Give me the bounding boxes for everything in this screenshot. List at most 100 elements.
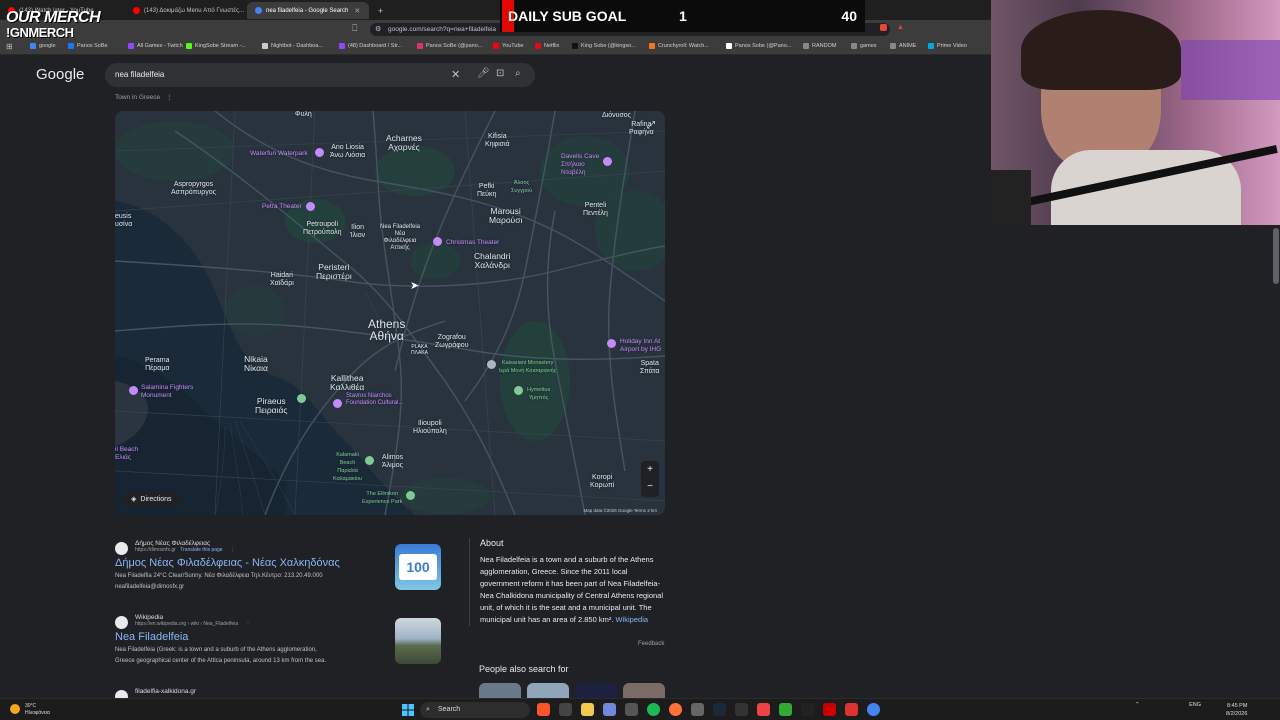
app-icon[interactable] xyxy=(823,703,836,716)
steam-icon[interactable] xyxy=(713,703,726,716)
discord-icon[interactable] xyxy=(603,703,616,716)
more-options-icon[interactable]: ⋮ xyxy=(246,621,251,627)
map-label: Acharnes Αχαρνές xyxy=(386,133,422,152)
poi-pin[interactable] xyxy=(433,237,442,246)
extension-icon[interactable]: ▲ xyxy=(897,24,904,31)
poi-pin[interactable] xyxy=(129,386,138,395)
bookmark-google[interactable]: google xyxy=(30,43,56,49)
result-site-name: Wikipedia xyxy=(135,614,164,621)
map-label-nea-filadelfeia: Nea Filadelfeia Νέα Φιλαδέλφεια Αττικής xyxy=(380,224,421,251)
result-thumbnail[interactable] xyxy=(395,618,441,664)
taskbar-search[interactable]: ⌕ Search xyxy=(420,702,530,718)
bookmark-dashboard[interactable]: (48) Dashboard / Str... xyxy=(339,43,402,49)
brave-icon[interactable] xyxy=(537,703,550,716)
map-label: Zografou Ζωγράφου xyxy=(435,334,469,349)
result-title-link[interactable]: Nea Filadelfeia xyxy=(115,631,385,643)
app-icon[interactable] xyxy=(757,703,770,716)
clear-icon[interactable]: ✕ xyxy=(451,68,460,81)
microphone-icon[interactable]: 🎤︎ xyxy=(477,68,490,79)
map-label: Piraeus Πειραιάς xyxy=(255,396,288,415)
search-box[interactable]: nea filadelfeia ✕ 🎤︎ ⊡ ⌕ xyxy=(105,63,535,87)
bookmark-youtube[interactable]: YouTube xyxy=(493,43,524,49)
obs-icon[interactable] xyxy=(625,703,638,716)
file-explorer-icon[interactable] xyxy=(581,703,594,716)
poi-pin[interactable] xyxy=(406,491,415,500)
app-icon[interactable] xyxy=(735,703,748,716)
map-label: Holiday Inn At Airport by IHG xyxy=(620,338,662,353)
bookmark-icon[interactable]: ⎕ xyxy=(352,23,357,34)
windows-taskbar: 30°C Ηλιοφάνεια ⌕ Search ⌃ ENG 8:45 PM 8/… xyxy=(0,698,1280,720)
new-tab-button[interactable]: + xyxy=(370,2,386,19)
poi-pin[interactable] xyxy=(607,339,616,348)
zoom-out-button[interactable]: − xyxy=(641,478,659,495)
app-icon[interactable] xyxy=(845,703,858,716)
bookmark-panos-sobe[interactable]: Panos SoBe xyxy=(68,43,108,49)
map-label: Aspropyrgos Ασπρόπυργος xyxy=(171,181,217,196)
bookmark-netflix[interactable]: Netflix xyxy=(535,43,559,49)
bookmark-prime-video[interactable]: Prime Video xyxy=(928,43,967,49)
map-label: Marousi Μαρούσι xyxy=(489,206,523,225)
bookmark-instagram[interactable]: Panos SoBe (@pano... xyxy=(417,43,482,49)
more-options-icon[interactable]: ⋮ xyxy=(230,547,235,553)
chevron-up-icon[interactable]: ⌃ xyxy=(1135,702,1140,708)
bookmark-folder-anime[interactable]: ANIME xyxy=(890,43,916,49)
bookmark-nightbot[interactable]: Nightbot - Dashboa... xyxy=(262,43,323,49)
wikipedia-link[interactable]: Wikipedia xyxy=(616,615,649,624)
bookmark-twitch-games[interactable]: All Games - Twitch xyxy=(128,43,183,49)
result-url[interactable]: https://dimosnfx.gr xyxy=(135,547,176,553)
map-panel[interactable]: Φυλή Acharnes Αχαρνές Kifisia Κηφισιά Δι… xyxy=(115,111,665,515)
search-icon[interactable]: ⌕ xyxy=(515,68,521,79)
page-scrollbar[interactable] xyxy=(1273,228,1279,284)
map-label: Διόνυσος xyxy=(602,112,632,119)
poi-pin[interactable] xyxy=(306,202,315,211)
apps-icon[interactable]: ⊞ xyxy=(6,42,13,51)
translate-link[interactable]: Translate this page xyxy=(180,547,222,553)
poi-pin[interactable] xyxy=(365,456,374,465)
result-title-link[interactable]: Δήμος Νέας Φιλαδέλφειας - Νέας Χαλκηδόνα… xyxy=(115,557,375,569)
app-icon[interactable] xyxy=(691,703,704,716)
zoom-in-button[interactable]: + xyxy=(641,461,659,478)
poi-pin[interactable] xyxy=(297,394,306,403)
firefox-icon[interactable] xyxy=(669,703,682,716)
more-options-icon[interactable]: ⋮ xyxy=(166,94,173,101)
bookmark-x[interactable]: Panos Sobe (@Pano... xyxy=(726,43,791,49)
google-logo[interactable]: Google xyxy=(36,66,84,83)
poi-pin[interactable] xyxy=(487,360,496,369)
expand-map-icon[interactable]: ⤢ xyxy=(647,120,655,131)
language-indicator[interactable]: ENG xyxy=(1189,702,1201,708)
search-input[interactable]: nea filadelfeia xyxy=(115,70,164,79)
bookmark-tiktok[interactable]: King Sobe (@kingso... xyxy=(572,43,636,49)
bookmark-crunchyroll[interactable]: Crunchyroll: Watch... xyxy=(649,43,709,49)
spotify-icon[interactable] xyxy=(647,703,660,716)
map-label: Petroupoli Πετρούπολη xyxy=(303,221,342,236)
directions-button[interactable]: ◈ Directions xyxy=(123,491,180,507)
close-tab-icon[interactable]: ✕ xyxy=(354,7,360,15)
feedback-link[interactable]: Feedback xyxy=(638,641,664,647)
site-info-icon[interactable]: ⚙ xyxy=(375,23,381,36)
tab-google-search[interactable]: nea filadelfeia - Google Search ✕ xyxy=(247,2,369,19)
bookmark-kingsobe-stream[interactable]: KingSobe Stream -... xyxy=(186,43,246,49)
tab-youtube-video[interactable]: (143) Δοκιμάζω Menu Από Γνωστές... xyxy=(125,2,245,19)
result-thumbnail[interactable]: 100 xyxy=(395,544,441,590)
map-label: Haidari Χαϊδάρι xyxy=(270,272,294,287)
windows-start-icon[interactable] xyxy=(402,704,414,716)
poi-pin[interactable] xyxy=(333,399,342,408)
system-tray[interactable]: ⌃ ENG xyxy=(1135,702,1201,708)
bookmark-folder-games[interactable]: games xyxy=(851,43,877,49)
bookmark-folder-random[interactable]: RANDOM xyxy=(803,43,836,49)
xbox-icon[interactable] xyxy=(779,703,792,716)
result-snippet: Nea Filadelfia 24°C Clear/Sunny. Νέα Φιλ… xyxy=(115,573,323,579)
poi-pin[interactable] xyxy=(603,157,612,166)
chrome-icon[interactable] xyxy=(867,703,880,716)
site-favicon xyxy=(115,542,128,555)
result-url[interactable]: https://en.wikipedia.org › wiki › Nea_Fi… xyxy=(135,621,238,627)
task-view-icon[interactable] xyxy=(559,703,572,716)
poi-pin[interactable] xyxy=(514,386,523,395)
app-icon[interactable] xyxy=(801,703,814,716)
lens-icon[interactable]: ⊡ xyxy=(496,68,504,79)
extension-icon[interactable] xyxy=(880,24,887,31)
poi-pin[interactable] xyxy=(315,148,324,157)
tab-label: (143) Δοκιμάζω Menu Από Γνωστές... xyxy=(144,7,244,14)
taskbar-clock[interactable]: 8:45 PM 8/2/2026 xyxy=(1226,702,1247,718)
streamer-hair xyxy=(1021,10,1181,90)
